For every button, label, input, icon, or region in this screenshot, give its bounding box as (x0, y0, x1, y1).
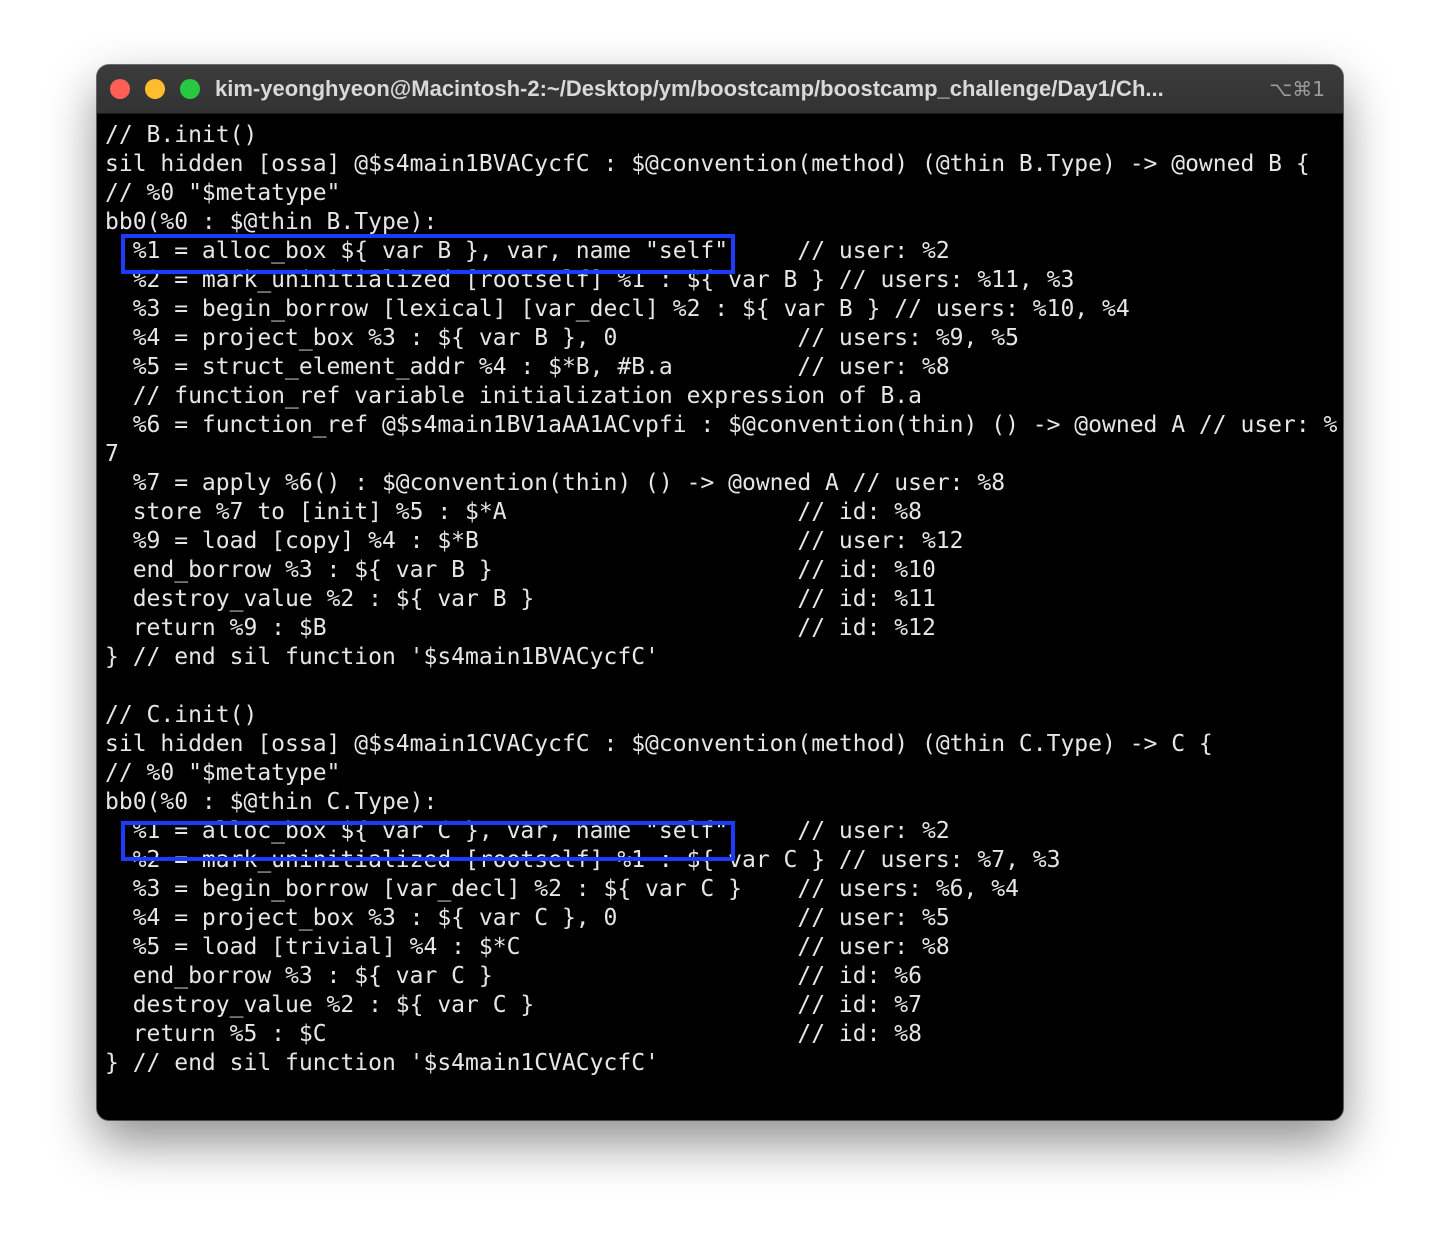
terminal-line: end_borrow %3 : ${ var C } // id: %6 (105, 963, 922, 989)
terminal-line: bb0(%0 : $@thin B.Type): (105, 209, 438, 235)
terminal-line: destroy_value %2 : ${ var B } // id: %11 (105, 586, 936, 612)
terminal-line: %7 = apply %6() : $@convention(thin) () … (105, 470, 1006, 496)
terminal-line: // function_ref variable initialization … (105, 383, 922, 409)
terminal-window: kim-yeonghyeon@Macintosh-2:~/Desktop/ym/… (97, 65, 1343, 1120)
terminal-line: sil hidden [ossa] @$s4main1CVACycfC : $@… (105, 731, 1213, 757)
terminal-line: // B.init() (105, 122, 258, 148)
title-bar[interactable]: kim-yeonghyeon@Macintosh-2:~/Desktop/ym/… (97, 65, 1343, 114)
terminal-line: sil hidden [ossa] @$s4main1BVACycfC : $@… (105, 151, 1310, 177)
terminal-line: %6 = function_ref @$s4main1BV1aAA1ACvpfi… (105, 412, 1338, 438)
window-title: kim-yeonghyeon@Macintosh-2:~/Desktop/ym/… (215, 76, 1164, 101)
terminal-line: destroy_value %2 : ${ var C } // id: %7 (105, 992, 922, 1018)
tab-shortcut-label: ⌥⌘1 (1269, 77, 1325, 101)
highlight-box-alloc-box-c (121, 821, 735, 861)
close-window-button[interactable] (110, 79, 130, 99)
terminal-line: %4 = project_box %3 : ${ var B }, 0 // u… (105, 325, 1019, 351)
terminal-line: %3 = begin_borrow [lexical] [var_decl] %… (105, 296, 1130, 322)
terminal-line: %4 = project_box %3 : ${ var C }, 0 // u… (105, 905, 950, 931)
terminal-output[interactable]: // B.init() sil hidden [ossa] @$s4main1B… (97, 114, 1343, 1120)
terminal-line: bb0(%0 : $@thin C.Type): (105, 789, 438, 815)
terminal-line: // %0 "$metatype" (105, 760, 341, 786)
terminal-line: return %9 : $B // id: %12 (105, 615, 936, 641)
zoom-window-button[interactable] (180, 79, 200, 99)
terminal-line: %5 = struct_element_addr %4 : $*B, #B.a … (105, 354, 950, 380)
terminal-line: 7 (105, 441, 119, 467)
terminal-line: return %5 : $C // id: %8 (105, 1021, 922, 1047)
terminal-line: %9 = load [copy] %4 : $*B // user: %12 (105, 528, 964, 554)
highlight-box-alloc-box-b (121, 234, 735, 274)
terminal-line: store %7 to [init] %5 : $*A // id: %8 (105, 499, 922, 525)
terminal-line: %5 = load [trivial] %4 : $*C // user: %8 (105, 934, 950, 960)
terminal-line: // C.init() (105, 702, 258, 728)
terminal-line: } // end sil function '$s4main1CVACycfC' (105, 1050, 659, 1076)
terminal-line: %3 = begin_borrow [var_decl] %2 : ${ var… (105, 876, 1019, 902)
minimize-window-button[interactable] (145, 79, 165, 99)
terminal-line: } // end sil function '$s4main1BVACycfC' (105, 644, 659, 670)
terminal-line: // %0 "$metatype" (105, 180, 341, 206)
terminal-line: end_borrow %3 : ${ var B } // id: %10 (105, 557, 936, 583)
